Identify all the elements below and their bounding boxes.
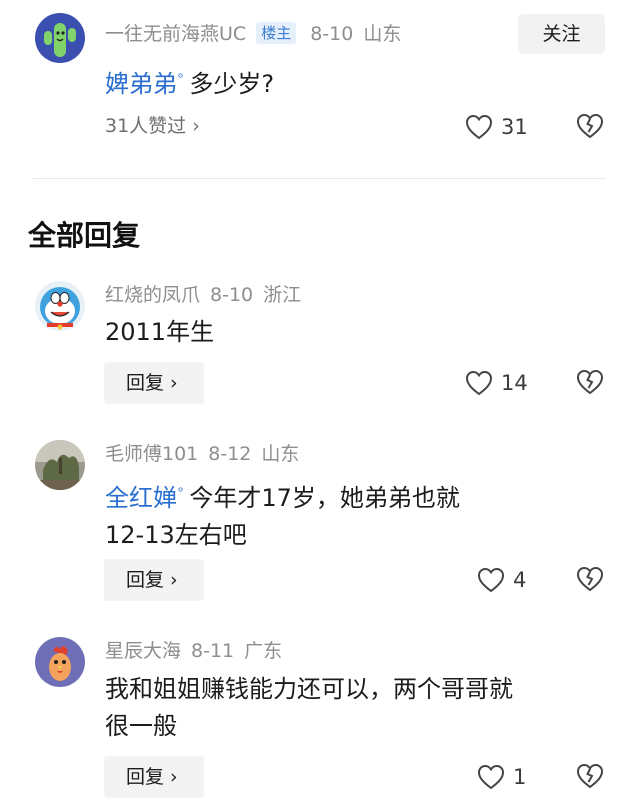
reply-2-text-line2: 12-13左右吧	[105, 521, 247, 549]
reply-3-like-button[interactable]: 1	[477, 762, 526, 792]
op-like-count: 31	[501, 115, 528, 139]
reply-2-reply-button[interactable]: 回复 ›	[104, 559, 204, 601]
reply-2-date: 8-12	[208, 443, 252, 465]
reply-3-text-line1: 我和姐姐赚钱能力还可以，两个哥哥就	[105, 675, 513, 703]
reply-3-like-count: 1	[513, 765, 527, 789]
reply-3-text-line2: 很一般	[105, 712, 177, 740]
reply-1-like-button[interactable]: 14	[465, 368, 528, 398]
reply-2-like-count: 4	[513, 568, 527, 592]
reply-3-date: 8-11	[191, 640, 235, 662]
reply-1-like-count: 14	[501, 371, 528, 395]
reply-3-text: 我和姐姐赚钱能力还可以，两个哥哥就 很一般	[105, 671, 513, 745]
broken-heart-icon	[576, 369, 604, 395]
reply-1-dislike-button[interactable]	[576, 369, 604, 399]
cactus-avatar-icon	[35, 13, 85, 63]
op-avatar[interactable]	[35, 13, 85, 63]
op-dislike-button[interactable]	[576, 113, 604, 143]
op-like-button[interactable]: 31	[465, 112, 528, 142]
reply-2-meta: 毛师傅101 8-12 山东	[105, 442, 309, 466]
likes-link[interactable]: 31人赞过 ›	[105, 114, 200, 138]
reply-1-author[interactable]: 红烧的凤爪	[105, 284, 200, 306]
op-date: 8-10	[310, 23, 354, 45]
op-author[interactable]: 一往无前海燕UC	[105, 23, 246, 45]
heart-outline-icon	[465, 114, 493, 140]
op-meta: 一往无前海燕UC 楼主 8-10 山东	[105, 22, 411, 46]
reply-1-meta: 红烧的凤爪 8-10 浙江	[105, 283, 311, 307]
broken-heart-icon	[576, 763, 604, 789]
reply-1-date: 8-10	[210, 284, 254, 306]
reply-3-dislike-button[interactable]	[576, 763, 604, 793]
reply-2-like-button[interactable]: 4	[477, 565, 526, 595]
reply-1-reply-button[interactable]: 回复 ›	[104, 362, 204, 404]
reply-2-mention[interactable]: 全红婵	[105, 484, 177, 512]
search-icon: ᵒ	[178, 71, 184, 86]
divider	[33, 178, 606, 179]
reply-3-author[interactable]: 星辰大海	[105, 640, 181, 662]
reply-1-text: 2011年生	[105, 318, 215, 346]
heart-outline-icon	[477, 764, 505, 790]
section-title: 全部回复	[28, 219, 141, 252]
op-badge: 楼主	[256, 22, 297, 44]
reply-3-reply-button[interactable]: 回复 ›	[104, 756, 204, 798]
follow-button[interactable]: 关注	[518, 14, 605, 54]
op-location: 山东	[363, 23, 402, 45]
search-icon: ᵒ	[178, 485, 184, 500]
broken-heart-icon	[576, 113, 604, 139]
op-text: 婢弟弟ᵒ 多少岁?	[105, 60, 274, 103]
rooster-avatar-icon	[35, 637, 85, 687]
broken-heart-icon	[576, 566, 604, 592]
doraemon-avatar-icon	[35, 281, 85, 331]
reply-2-avatar[interactable]	[35, 440, 85, 490]
reply-2-location: 山东	[261, 443, 300, 465]
op-mention[interactable]: 婢弟弟	[105, 70, 177, 98]
reply-2-author[interactable]: 毛师傅101	[105, 443, 198, 465]
reply-2-text: 全红婵ᵒ 今年才17岁，她弟弟也就 12-13左右吧	[105, 474, 460, 554]
heart-outline-icon	[477, 567, 505, 593]
reply-1-avatar[interactable]	[35, 281, 85, 331]
reply-3-avatar[interactable]	[35, 637, 85, 687]
heart-outline-icon	[465, 370, 493, 396]
reply-2-text-line1: 今年才17岁，她弟弟也就	[189, 484, 460, 512]
landscape-avatar-icon	[35, 440, 85, 490]
reply-3-location: 广东	[244, 640, 283, 662]
op-text-content: 多少岁?	[189, 70, 275, 98]
reply-1-location: 浙江	[263, 284, 302, 306]
reply-2-dislike-button[interactable]	[576, 566, 604, 596]
reply-3-meta: 星辰大海 8-11 广东	[105, 639, 292, 663]
